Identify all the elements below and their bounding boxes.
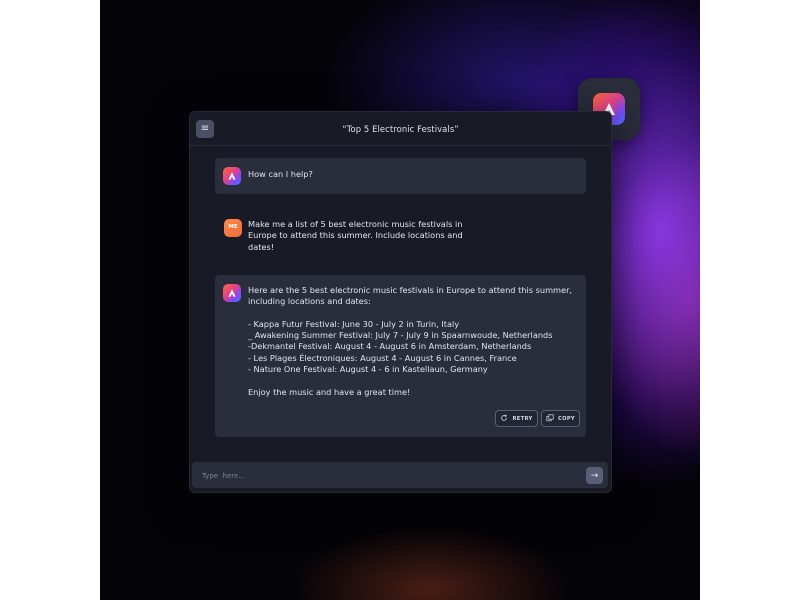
user-avatar: ME — [224, 219, 242, 237]
copy-icon — [546, 413, 554, 424]
send-button[interactable]: → — [586, 467, 603, 484]
background-stage: ≡ “Top 5 Electronic Festivals” How can I… — [100, 0, 700, 600]
message-input[interactable] — [200, 468, 574, 484]
chat-window: ≡ “Top 5 Electronic Festivals” How can I… — [189, 111, 612, 493]
refresh-icon — [500, 413, 508, 424]
copy-button[interactable]: COPY — [541, 410, 580, 427]
menu-button[interactable]: ≡ — [196, 120, 214, 138]
message-text: Make me a list of 5 best electronic musi… — [248, 219, 463, 252]
retry-button[interactable]: RETRY — [495, 410, 538, 427]
assistant-message: How can I help? — [215, 158, 586, 194]
user-message: ME Make me a list of 5 best electronic m… — [215, 212, 586, 256]
message-text: Here are the 5 best electronic music fes… — [248, 285, 573, 397]
arrow-right-icon: → — [590, 470, 599, 481]
copy-label: COPY — [558, 415, 575, 422]
assistant-avatar-icon — [223, 167, 241, 185]
composer: → — [192, 462, 608, 488]
retry-label: RETRY — [512, 415, 533, 422]
title-bar: ≡ “Top 5 Electronic Festivals” — [190, 112, 611, 146]
menu-icon: ≡ — [200, 123, 210, 134]
assistant-avatar-icon — [223, 284, 241, 302]
conversation-title: “Top 5 Electronic Festivals” — [342, 123, 459, 134]
message-text: How can I help? — [248, 169, 313, 179]
